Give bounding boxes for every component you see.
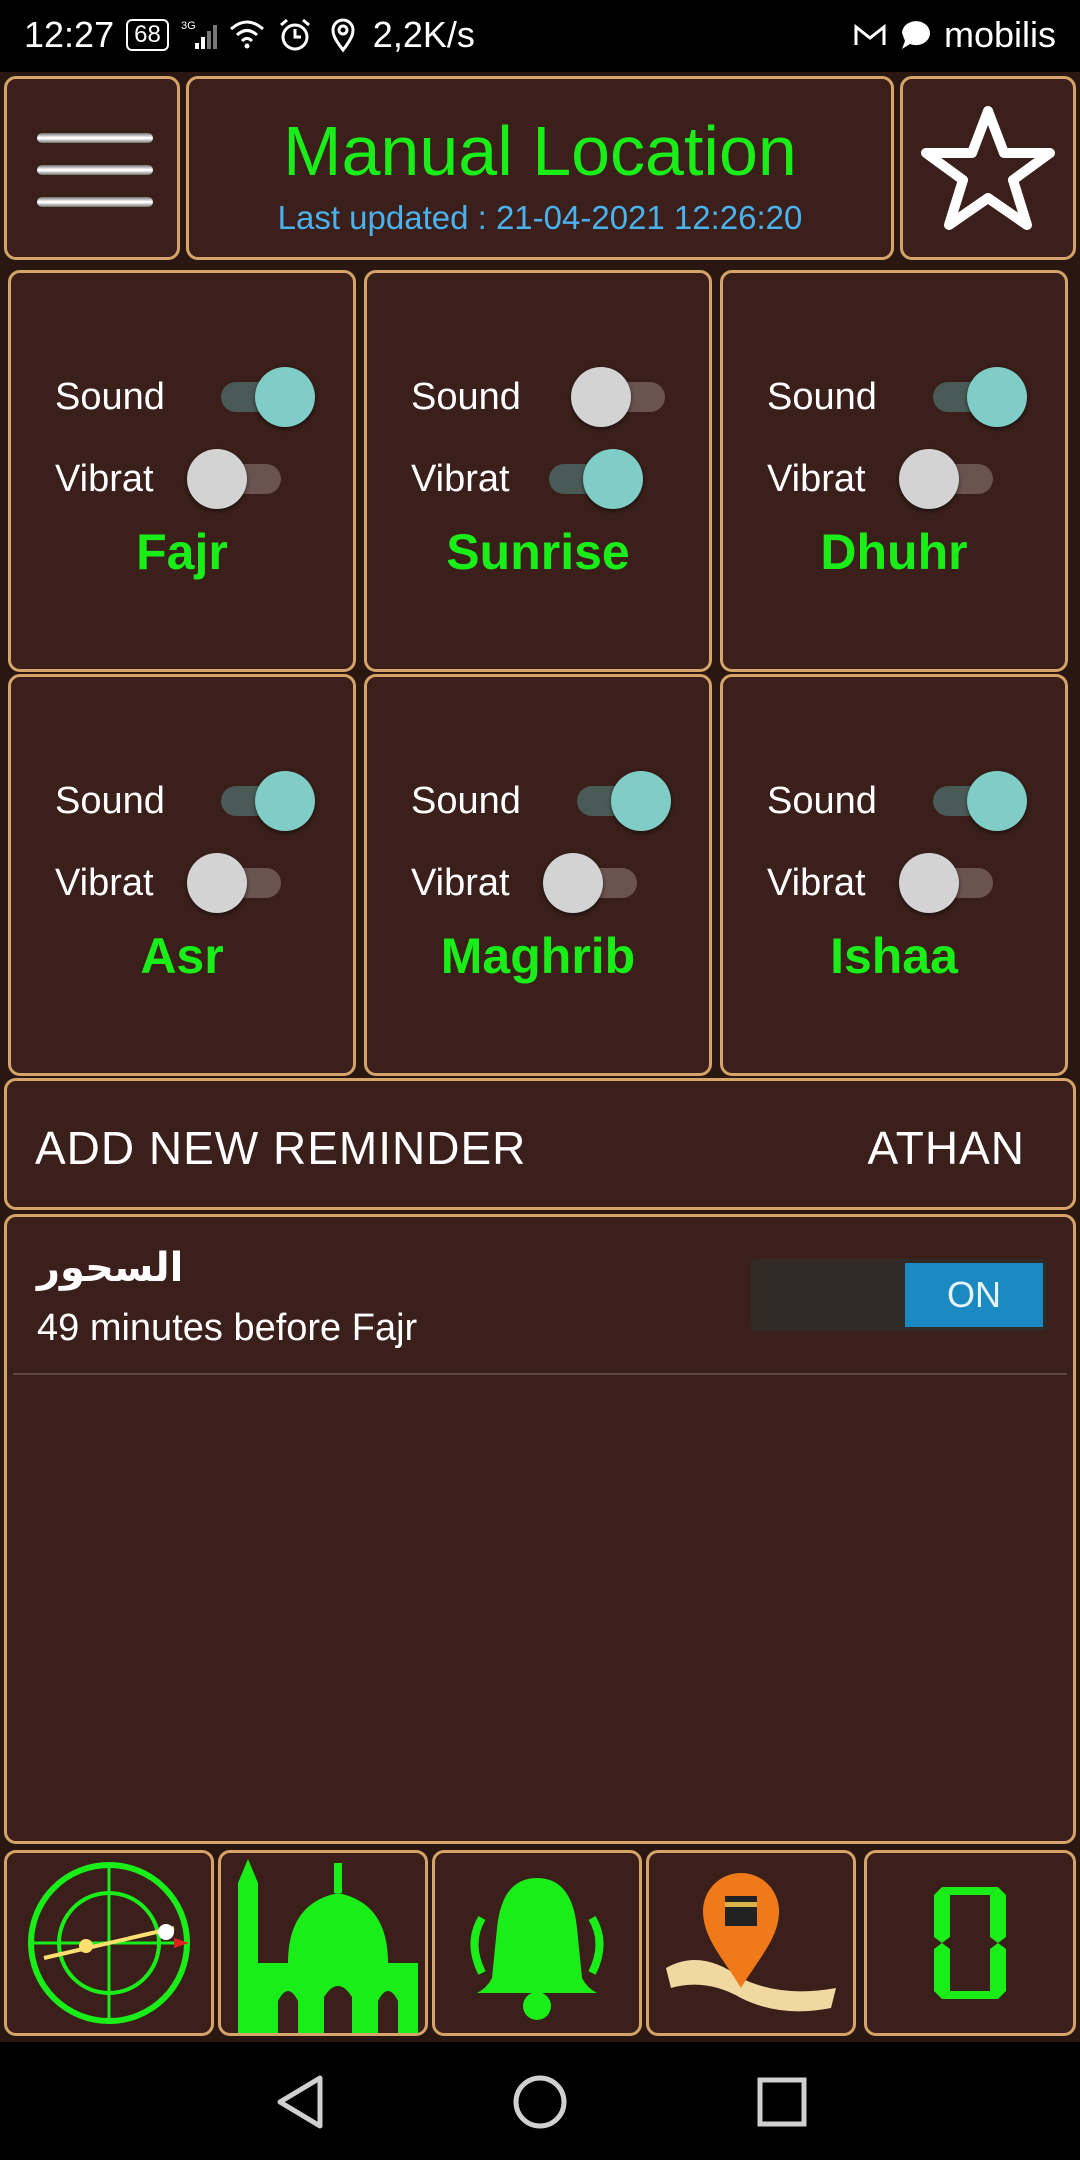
sound-label: Sound [767, 376, 877, 418]
sound-label: Sound [411, 376, 521, 418]
list-item[interactable]: السحور 49 minutes before Fajr ON [13, 1217, 1067, 1375]
asr-vibrate-toggle[interactable] [187, 853, 287, 913]
wifi-icon [229, 20, 264, 49]
vibrate-label: Vibrat [767, 458, 866, 500]
prayer-card-dhuhr: Sound Vibrat Dhuhr [720, 270, 1068, 672]
reminder-description: 49 minutes before Fajr [37, 1307, 418, 1349]
add-reminder-button[interactable]: ADD NEW REMINDER [35, 1121, 526, 1175]
prayer-name: Asr [140, 928, 224, 984]
vibrate-label: Vibrat [767, 862, 866, 904]
mosque-icon [238, 1859, 418, 2033]
prayer-name: Fajr [136, 524, 228, 580]
mosque-button[interactable] [218, 1850, 428, 2036]
gmail-icon [854, 23, 886, 45]
vibrate-label: Vibrat [55, 862, 154, 904]
reminder-bar: ADD NEW REMINDER ATHAN [4, 1078, 1076, 1210]
qibla-compass-button[interactable] [4, 1850, 214, 2036]
reminder-switch[interactable]: ON [751, 1259, 1047, 1331]
kaaba-location-button[interactable] [646, 1850, 856, 2036]
kaaba-location-icon [666, 1873, 836, 2012]
reminder-title: السحور [37, 1245, 184, 1291]
sound-label: Sound [55, 780, 165, 822]
vibrate-label: Vibrat [411, 862, 510, 904]
ishaa-vibrate-toggle[interactable] [899, 853, 999, 913]
prayer-name: Maghrib [440, 928, 636, 984]
network-speed: 2,2K/s [372, 14, 475, 55]
digit-counter-icon [934, 1887, 1006, 1999]
battery-icon: 68 [126, 19, 169, 51]
back-icon[interactable] [272, 2072, 328, 2132]
vibrate-label: Vibrat [411, 458, 510, 500]
maghrib-sound-toggle[interactable] [571, 771, 671, 831]
favorite-button[interactable] [900, 76, 1076, 260]
menu-button[interactable] [4, 76, 180, 260]
status-bar: 12:27 68 3G 2,2K/s mobilis [0, 0, 1080, 72]
bell-icon [470, 1878, 604, 2020]
alarm-icon [279, 18, 310, 51]
fajr-vibrate-toggle[interactable] [187, 449, 287, 509]
fajr-sound-toggle[interactable] [215, 367, 315, 427]
asr-sound-toggle[interactable] [215, 771, 315, 831]
athan-alarm-button[interactable] [432, 1850, 642, 2036]
location-icon [331, 18, 355, 53]
prayer-name: Dhuhr [820, 524, 968, 580]
page-title: Manual Location [283, 112, 797, 190]
signal-icon: 3G [181, 20, 217, 49]
svg-text:3G: 3G [181, 20, 196, 32]
reminder-list: السحور 49 minutes before Fajr ON [4, 1214, 1076, 1844]
sunrise-vibrate-toggle[interactable] [543, 449, 643, 509]
dhuhr-vibrate-toggle[interactable] [899, 449, 999, 509]
prayer-card-asr: Sound Vibrat Asr [8, 674, 356, 1076]
message-icon [901, 21, 930, 49]
title-box: Manual Location Last updated : 21-04-202… [186, 76, 894, 260]
prayer-card-sunrise: Sound Vibrat Sunrise [364, 270, 712, 672]
star-icon [921, 106, 1055, 230]
prayer-name: Ishaa [830, 928, 958, 984]
ishaa-sound-toggle[interactable] [927, 771, 1027, 831]
app-area: Manual Location Last updated : 21-04-202… [0, 72, 1080, 2042]
home-icon[interactable] [510, 2072, 570, 2132]
athan-button[interactable]: ATHAN [868, 1121, 1026, 1175]
navigation-bar [0, 2042, 1080, 2160]
carrier-name: mobilis [943, 14, 1056, 55]
prayer-name: Sunrise [446, 524, 630, 580]
sound-label: Sound [767, 780, 877, 822]
dhuhr-sound-toggle[interactable] [927, 367, 1027, 427]
vibrate-label: Vibrat [55, 458, 154, 500]
sound-label: Sound [411, 780, 521, 822]
sunrise-sound-toggle[interactable] [571, 367, 671, 427]
counter-button[interactable]: 0 [864, 1850, 1076, 2036]
prayer-card-fajr: Sound Vibrat Fajr [8, 270, 356, 672]
status-time: 12:27 [24, 14, 115, 55]
recents-icon[interactable] [754, 2074, 810, 2130]
sound-label: Sound [55, 376, 165, 418]
switch-state-label: ON [905, 1263, 1043, 1327]
maghrib-vibrate-toggle[interactable] [543, 853, 643, 913]
last-updated-text: Last updated : 21-04-2021 12:26:20 [277, 199, 803, 236]
prayer-card-ishaa: Sound Vibrat Ishaa [720, 674, 1068, 1076]
compass-icon [28, 1862, 190, 2024]
prayer-card-maghrib: Sound Vibrat Maghrib [364, 674, 712, 1076]
